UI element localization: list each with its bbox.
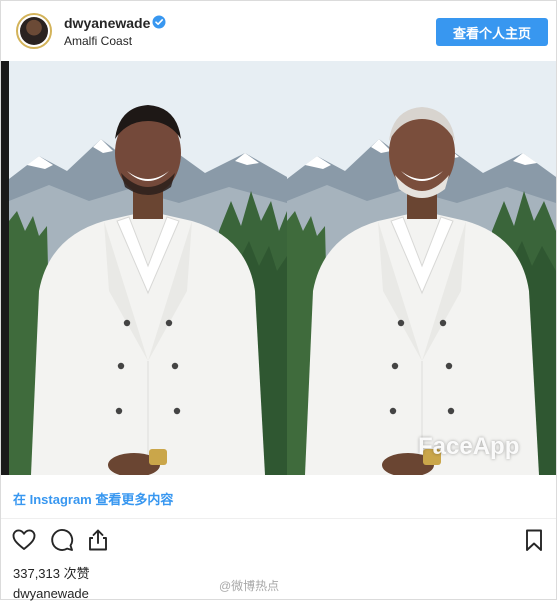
heart-icon[interactable] xyxy=(11,527,37,553)
bookmark-icon[interactable] xyxy=(521,527,547,553)
post-header: dwyanewade Amalfi Coast 查看个人主页 xyxy=(1,1,556,61)
verified-badge-icon xyxy=(152,15,166,29)
photo-original-illustration xyxy=(9,61,287,475)
photo-left-edge xyxy=(1,61,9,475)
avatar-image xyxy=(20,17,48,45)
post-photo[interactable]: FaceApp xyxy=(1,61,556,475)
view-on-instagram-row: 在 Instagram 查看更多内容 xyxy=(1,475,556,519)
caption-username[interactable]: dwyanewade xyxy=(13,586,89,601)
like-count[interactable]: 337,313 次赞 xyxy=(13,563,90,582)
username-link[interactable]: dwyanewade xyxy=(64,15,150,31)
view-on-instagram-link[interactable]: 在 Instagram 查看更多内容 xyxy=(13,489,173,508)
photo-original-pane xyxy=(9,61,287,475)
faceapp-watermark: FaceApp xyxy=(418,433,520,460)
photo-aged-pane xyxy=(287,61,556,475)
comment-icon[interactable] xyxy=(49,527,75,553)
instagram-embed-card: dwyanewade Amalfi Coast 查看个人主页 FaceApp 在… xyxy=(0,0,557,601)
action-bar xyxy=(1,521,556,561)
view-profile-button[interactable]: 查看个人主页 xyxy=(436,18,548,46)
photo-aged-illustration xyxy=(287,61,556,475)
share-icon[interactable] xyxy=(85,527,111,553)
weibo-watermark: @微博热点 xyxy=(219,579,280,593)
avatar[interactable] xyxy=(16,13,52,49)
location-link[interactable]: Amalfi Coast xyxy=(64,34,132,48)
